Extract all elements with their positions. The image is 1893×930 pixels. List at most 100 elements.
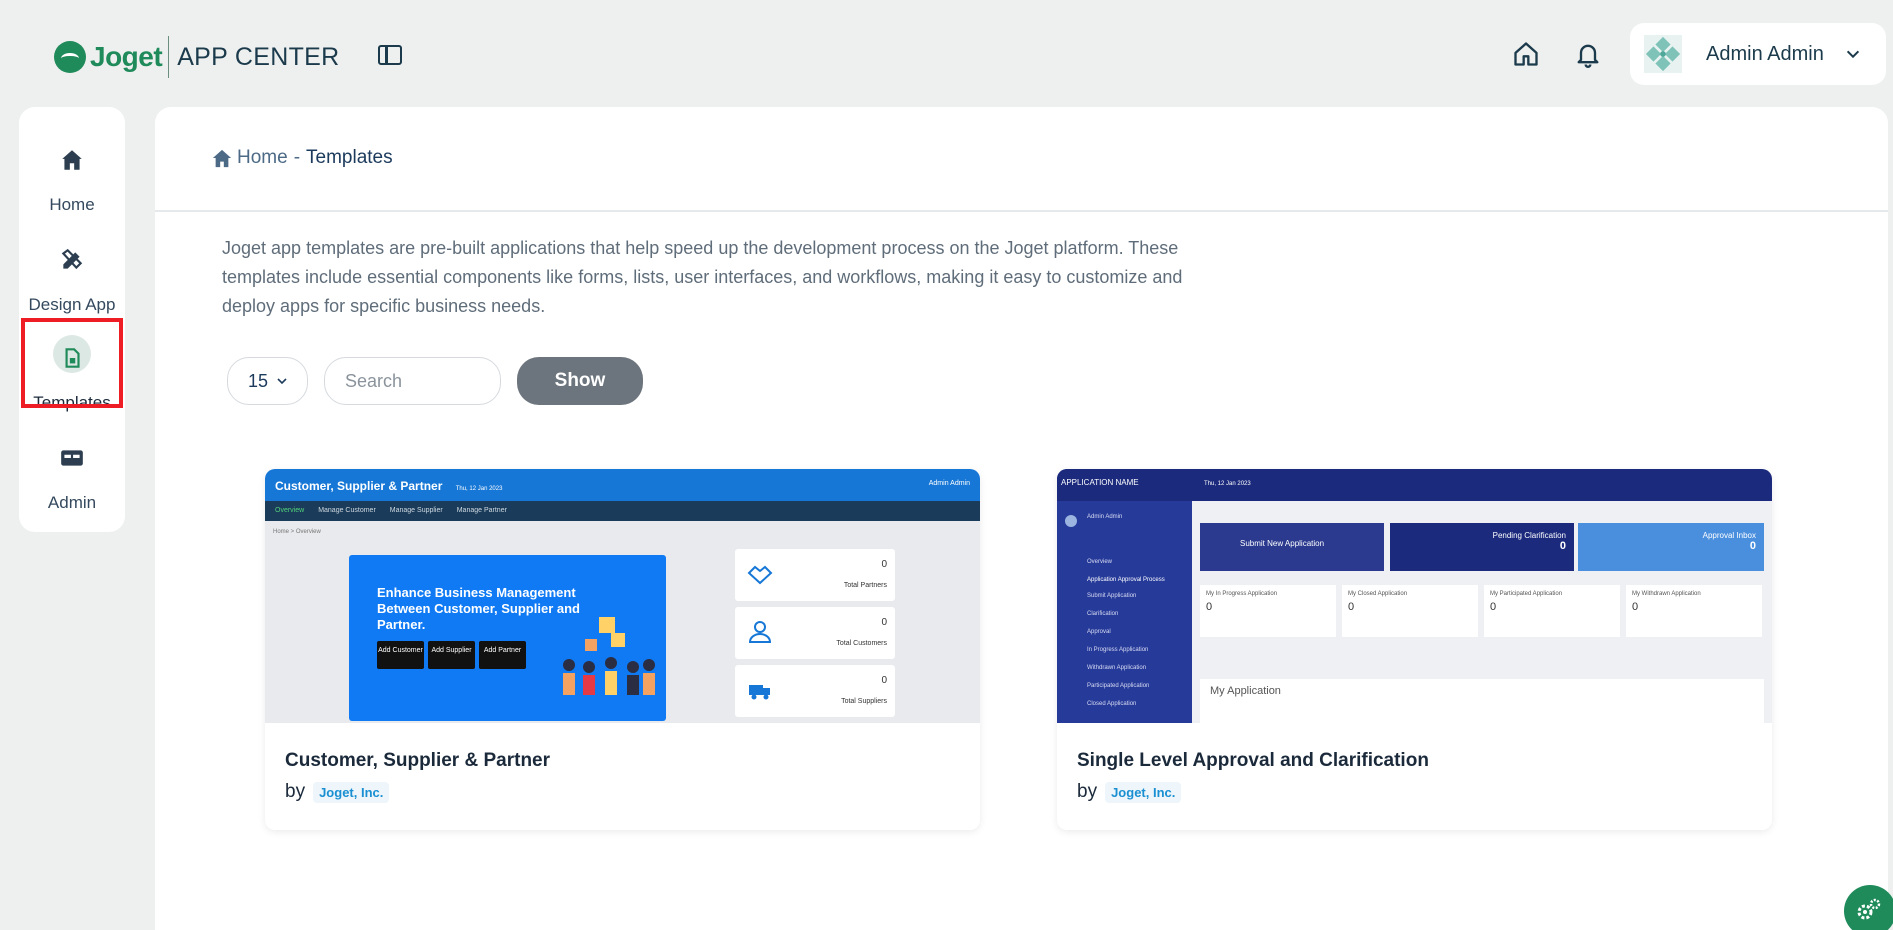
app-title: APP CENTER [177,42,340,71]
breadcrumb-current: Templates [306,147,393,168]
preview-body: Home > Overview Enhance Business Managem… [265,521,980,723]
sidebar-item-home[interactable]: Home [19,127,125,217]
preview-stat-label: My Closed Application [1348,591,1408,597]
preview-main: Submit New Application Pending Clarifica… [1192,501,1772,723]
home-icon [212,149,232,168]
preview-date: Thu, 12 Jan 2023 [455,486,503,492]
preview-stat-label: Total Customers [836,640,887,647]
template-title: Single Level Approval and Clarification [1077,750,1429,771]
preview-header: Thu, 12 Jan 2023 [1192,469,1772,501]
preview-card-label: Submit New Application [1240,539,1325,548]
template-preview-image: Customer, Supplier & Partner Thu, 12 Jan… [265,469,980,723]
preview-card-label: Approval Inbox [1702,531,1756,540]
template-card-single-level-approval[interactable]: APPLICATION NAME Admin Admin Overview Ap… [1057,469,1772,830]
preview-stat: 0 Total Customers [735,607,895,659]
preview-stat-value: 0 [1632,601,1639,613]
page-size-value: 15 [248,370,269,391]
preview-menu-item: Application Approval Process [1087,577,1165,583]
sidebar-item-admin[interactable]: Admin [19,425,125,515]
template-byline: by Joget, Inc. [285,781,390,803]
preview-tabs: Overview Manage Customer Manage Supplier… [265,501,980,521]
preview-card-label: Pending Clarification [1492,531,1566,540]
avatar [1644,35,1682,73]
template-author-link[interactable]: Joget, Inc. [313,781,390,803]
design-tools-icon [61,248,83,270]
preview-stat-label: My In Progress Application [1206,591,1278,597]
preview-action-card: Submit New Application [1200,523,1384,571]
preview-tab: Manage Supplier [389,507,443,514]
user-menu[interactable]: Admin Admin [1630,23,1886,85]
preview-stat-value: 0 [1206,601,1213,613]
sidebar-item-label: Admin [47,493,97,512]
sidebar-item-label: Design App [28,295,116,314]
preview-stat: My Participated Application 0 [1484,585,1620,637]
preview-stat-label: My Participated Application [1490,591,1563,597]
preview-card-value: 0 [1749,540,1756,552]
preview-user: Admin Admin [928,480,970,487]
preview-crumb: Home > Overview [273,529,321,535]
preview-button: Add Partner [479,641,526,669]
page-size-select[interactable]: 15 [227,357,308,405]
chevron-down-icon [277,378,287,385]
top-bar: Joget APP CENTER Admin Admin [0,0,1893,106]
template-card-customer-supplier-partner[interactable]: Customer, Supplier & Partner Thu, 12 Jan… [265,469,980,830]
preview-menu-item: Approval [1087,629,1111,635]
preview-button: Add Supplier [428,641,475,669]
preview-button: Add Customer [377,641,424,669]
logo-divider [168,36,170,78]
list-controls: 15 Show [227,357,643,405]
preview-stat-label: Total Partners [843,582,887,589]
template-preview-image: APPLICATION NAME Admin Admin Overview Ap… [1057,469,1772,723]
sidebar-toggle-icon[interactable] [378,45,402,65]
people-puzzle-illustration [563,617,655,695]
preview-stat-value: 0 [881,559,887,570]
show-button[interactable]: Show [517,357,643,405]
preview-menu-item: Withdrawn Application [1087,665,1147,671]
preview-menu-item: In Progress Application [1087,647,1149,653]
preview-stat: My In Progress Application 0 [1200,585,1336,637]
preview-menu-item: Submit Application [1087,593,1137,599]
preview-stat: 0 Total Suppliers [735,665,895,717]
breadcrumb-separator: - [293,147,301,168]
search-input[interactable] [324,357,501,405]
home-icon[interactable] [1512,40,1540,68]
preview-app-name: APPLICATION NAME [1057,469,1192,501]
logo[interactable]: Joget APP CENTER [54,36,340,78]
logo-text: Joget [90,41,163,72]
handshake-icon [747,565,773,585]
preview-card-value: 0 [1559,540,1566,552]
settings-fab[interactable] [1844,885,1893,930]
admin-card-icon [61,450,83,466]
home-icon [62,150,82,170]
byline-prefix: by [1077,781,1098,802]
bell-icon[interactable] [1574,40,1602,68]
preview-banner: Enhance Business Management Between Cust… [349,555,666,721]
preview-header: Customer, Supplier & Partner Thu, 12 Jan… [265,469,980,501]
preview-stat-value: 0 [1490,601,1497,613]
user-name: Admin Admin [1706,42,1824,65]
preview-stat-value: 0 [881,675,887,686]
truck-icon [749,685,770,700]
sidebar-item-label: Home [49,195,95,214]
preview-action-card: Pending Clarification 0 [1390,523,1574,571]
template-title: Customer, Supplier & Partner [285,750,551,771]
preview-app-name: Customer, Supplier & Partner [275,479,443,493]
breadcrumb-home-link[interactable]: Home [237,147,288,169]
preview-stat-value: 0 [881,617,887,628]
preview-date: Thu, 12 Jan 2023 [1204,481,1251,487]
sidebar-item-design-app[interactable]: Design App [19,227,125,317]
breadcrumb: Home - Templates [211,147,393,169]
preview-menu-item: Participated Application [1087,683,1150,689]
template-author-link[interactable]: Joget, Inc. [1105,781,1182,803]
preview-tab: Manage Customer [318,507,376,514]
byline-prefix: by [285,781,306,802]
preview-user: Admin Admin [1087,514,1123,520]
preview-stat-label: Total Suppliers [841,698,887,705]
template-byline: by Joget, Inc. [1077,781,1182,803]
chevron-down-icon [1846,50,1859,59]
sidebar-item-templates[interactable]: Templates [19,325,125,415]
preview-menu-item: Closed Application [1087,701,1137,707]
preview-menu-item: Clarification [1087,611,1119,617]
preview-action-card: Approval Inbox 0 [1578,523,1764,571]
preview-stat: My Closed Application 0 [1342,585,1478,637]
